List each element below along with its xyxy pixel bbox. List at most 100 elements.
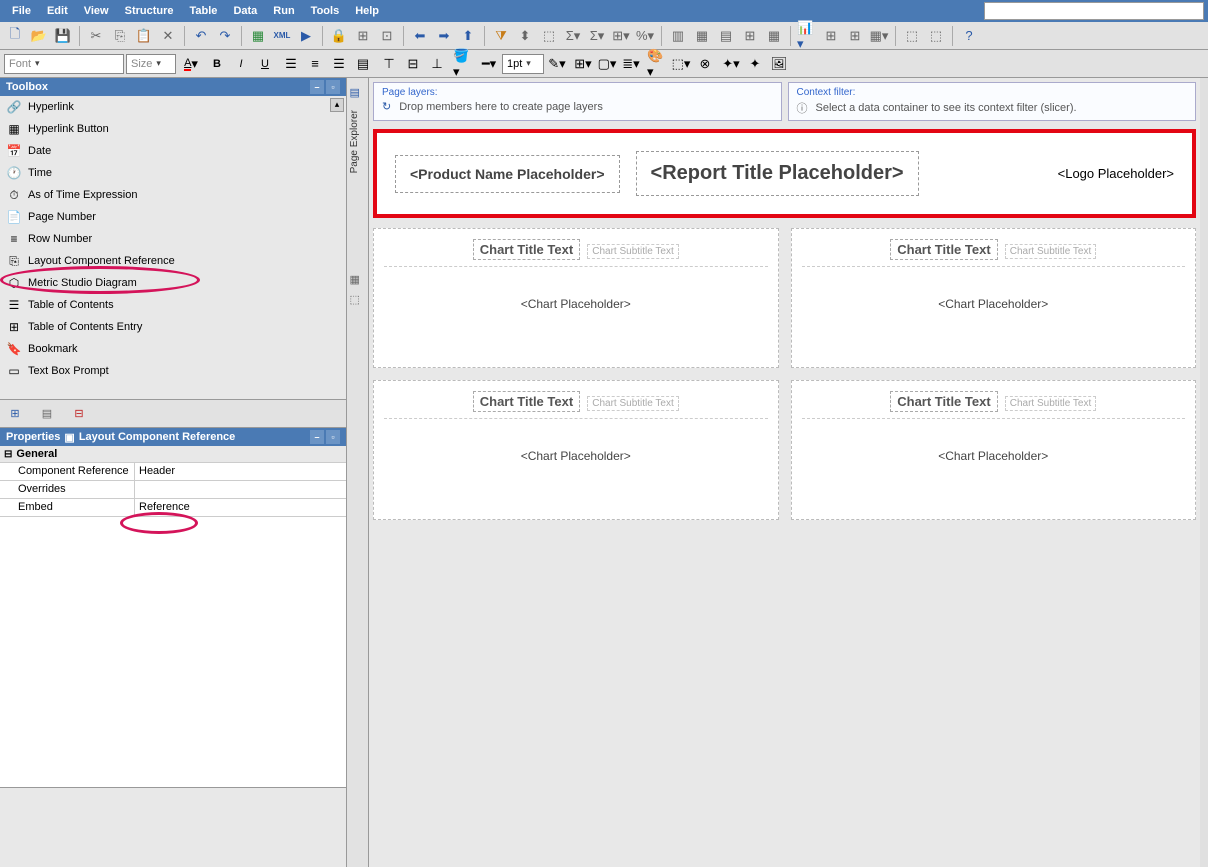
- tab-insertable-icon[interactable]: ⊞: [6, 405, 24, 423]
- menu-view[interactable]: View: [76, 5, 117, 17]
- chart-placeholder-1[interactable]: <Chart Placeholder>: [384, 297, 768, 311]
- chart-title-2[interactable]: Chart Title Text: [890, 239, 997, 260]
- cut-icon[interactable]: ✂: [85, 25, 107, 47]
- toolbox-item-hyperlink[interactable]: 🔗Hyperlink: [0, 96, 346, 118]
- toolbox-item-table-of-contents[interactable]: ☰Table of Contents: [0, 294, 346, 316]
- chart-placeholder-4[interactable]: <Chart Placeholder>: [802, 449, 1186, 463]
- tab-data-icon[interactable]: ▤: [38, 405, 56, 423]
- section-icon[interactable]: ▤: [715, 25, 737, 47]
- search-box[interactable]: [984, 2, 1204, 20]
- valign-bottom-icon[interactable]: ⊥: [426, 53, 448, 75]
- explorer-cond-icon[interactable]: ⬚: [350, 293, 366, 309]
- report-header[interactable]: <Product Name Placeholder> <Report Title…: [373, 129, 1196, 218]
- menu-data[interactable]: Data: [225, 5, 265, 17]
- arrow-right-icon[interactable]: ➡: [433, 25, 455, 47]
- group-icon[interactable]: ⬚: [538, 25, 560, 47]
- toolbox-item-time[interactable]: 🕐Time: [0, 162, 346, 184]
- menu-structure[interactable]: Structure: [117, 5, 182, 17]
- arrow-up-icon[interactable]: ⬆: [457, 25, 479, 47]
- percent-icon[interactable]: %▾: [634, 25, 656, 47]
- class-icon[interactable]: ⬚▾: [670, 53, 692, 75]
- chart-cell-1[interactable]: Chart Title Text Chart Subtitle Text <Ch…: [373, 228, 779, 368]
- valign-top-icon[interactable]: ⊤: [378, 53, 400, 75]
- tool-a-icon[interactable]: ✦▾: [720, 53, 742, 75]
- list-icon[interactable]: ▥: [667, 25, 689, 47]
- prop-value[interactable]: Header: [135, 463, 346, 480]
- font-combo[interactable]: Font: [4, 54, 124, 74]
- italic-icon[interactable]: I: [230, 53, 252, 75]
- menu-table[interactable]: Table: [182, 5, 226, 17]
- open-icon[interactable]: 📂: [28, 25, 50, 47]
- chart-placeholder-3[interactable]: <Chart Placeholder>: [384, 449, 768, 463]
- borders-icon[interactable]: ⊞▾: [572, 53, 594, 75]
- chart-icon[interactable]: 📊▾: [796, 25, 818, 47]
- calc-icon[interactable]: ⊞▾: [610, 25, 632, 47]
- prop-row-embed[interactable]: EmbedReference: [0, 499, 346, 517]
- padding-icon[interactable]: ▢▾: [596, 53, 618, 75]
- distribute-icon[interactable]: ⬚: [925, 25, 947, 47]
- repeater-icon[interactable]: ⊞: [844, 25, 866, 47]
- prop-group-general[interactable]: General: [0, 446, 346, 463]
- properties-close-icon[interactable]: ▫: [326, 430, 340, 444]
- line-style-icon[interactable]: ━▾: [478, 53, 500, 75]
- align-left-icon[interactable]: ☰: [280, 53, 302, 75]
- pivot-icon[interactable]: ⊞: [739, 25, 761, 47]
- undo-icon[interactable]: ↶: [190, 25, 212, 47]
- menu-edit[interactable]: Edit: [39, 5, 76, 17]
- style-icon[interactable]: 🎨▾: [646, 53, 668, 75]
- size-combo[interactable]: Size: [126, 54, 176, 74]
- toolbox-item-row-number[interactable]: ≡Row Number: [0, 228, 346, 250]
- container-icon[interactable]: ▦▾: [868, 25, 890, 47]
- product-name-placeholder[interactable]: <Product Name Placeholder>: [395, 155, 620, 193]
- chart-title-3[interactable]: Chart Title Text: [473, 391, 580, 412]
- context-filter-dropzone[interactable]: Context filter: ⓘSelect a data container…: [788, 82, 1197, 121]
- guides-icon[interactable]: ⊡: [376, 25, 398, 47]
- headers-icon[interactable]: ▦: [763, 25, 785, 47]
- logo-placeholder[interactable]: <Logo Placeholder>: [1058, 166, 1174, 181]
- copy-icon[interactable]: ⎘: [109, 25, 131, 47]
- chart-cell-2[interactable]: Chart Title Text Chart Subtitle Text <Ch…: [791, 228, 1197, 368]
- chart-title-4[interactable]: Chart Title Text: [890, 391, 997, 412]
- toolbox-min-icon[interactable]: –: [310, 80, 324, 94]
- align-center-icon[interactable]: ≡: [304, 53, 326, 75]
- tool-b-icon[interactable]: ✦: [744, 53, 766, 75]
- image-icon[interactable]: 🖼: [768, 53, 790, 75]
- chart-cell-4[interactable]: Chart Title Text Chart Subtitle Text <Ch…: [791, 380, 1197, 520]
- report-title-placeholder[interactable]: <Report Title Placeholder>: [636, 151, 919, 196]
- align-justify-icon[interactable]: ▤: [352, 53, 374, 75]
- summarize-icon[interactable]: Σ▾: [586, 25, 608, 47]
- explorer-pages-icon[interactable]: ▤: [350, 86, 366, 102]
- fill-icon[interactable]: 🪣▾: [452, 53, 474, 75]
- properties-min-icon[interactable]: –: [310, 430, 324, 444]
- chart-subtitle-4[interactable]: Chart Subtitle Text: [1005, 396, 1097, 411]
- underline-icon[interactable]: U: [254, 53, 276, 75]
- toolbox-item-table-of-contents-entry[interactable]: ⊞Table of Contents Entry: [0, 316, 346, 338]
- menu-file[interactable]: File: [4, 5, 39, 17]
- toolbox-item-metric-studio-diagram[interactable]: ⬡Metric Studio Diagram: [0, 272, 346, 294]
- bold-icon[interactable]: B: [206, 53, 228, 75]
- toolbox-item-bookmark[interactable]: 🔖Bookmark: [0, 338, 346, 360]
- aggregate-icon[interactable]: Σ▾: [562, 25, 584, 47]
- line-width-combo[interactable]: 1pt: [502, 54, 544, 74]
- right-scrollbar[interactable]: [1200, 78, 1208, 867]
- conditional-icon[interactable]: ⊗: [694, 53, 716, 75]
- menu-run[interactable]: Run: [265, 5, 302, 17]
- delete-icon[interactable]: ✕: [157, 25, 179, 47]
- arrow-left-icon[interactable]: ⬅: [409, 25, 431, 47]
- prop-row-overrides[interactable]: Overrides: [0, 481, 346, 499]
- redo-icon[interactable]: ↷: [214, 25, 236, 47]
- validate-icon[interactable]: ▦: [247, 25, 269, 47]
- toolbox-item-hyperlink-button[interactable]: ▦Hyperlink Button: [0, 118, 346, 140]
- toolbox-close-icon[interactable]: ▫: [326, 80, 340, 94]
- align-icon[interactable]: ⬚: [901, 25, 923, 47]
- page-layers-dropzone[interactable]: Page layers: ↻Drop members here to creat…: [373, 82, 782, 121]
- menu-tools[interactable]: Tools: [303, 5, 348, 17]
- line-color-icon[interactable]: ✎▾: [546, 53, 568, 75]
- help-icon[interactable]: ?: [958, 25, 980, 47]
- toolbox-item-page-number[interactable]: 📄Page Number: [0, 206, 346, 228]
- font-color-icon[interactable]: A▾: [180, 53, 202, 75]
- tab-toolbox-icon[interactable]: ⊟: [70, 405, 88, 423]
- chart-subtitle-1[interactable]: Chart Subtitle Text: [587, 244, 679, 259]
- explorer-query-icon[interactable]: ▦: [350, 273, 366, 289]
- new-icon[interactable]: 🗋: [4, 25, 26, 47]
